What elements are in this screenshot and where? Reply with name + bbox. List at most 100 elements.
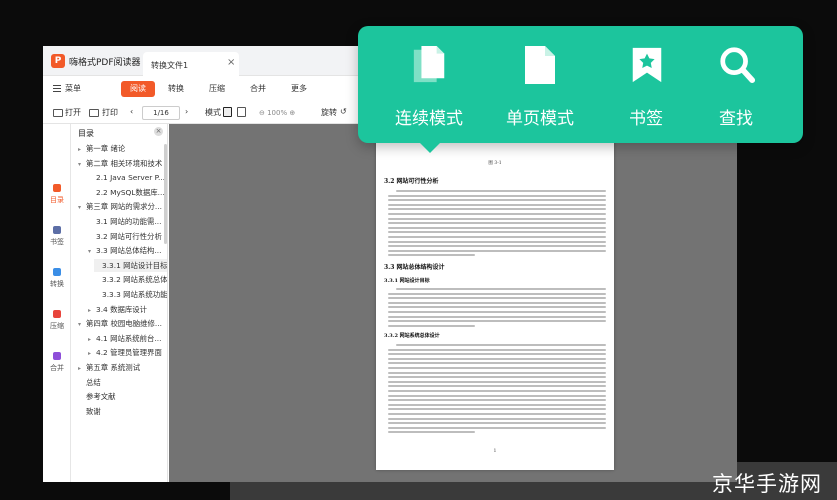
toc-item-label: 3.2 网站可行性分析	[96, 231, 162, 241]
expand-arrow-icon[interactable]: ▾	[78, 158, 86, 171]
folder-icon[interactable]	[53, 109, 63, 117]
toc-item[interactable]: ▸ 4.1 网站系统前台...	[88, 332, 162, 345]
expand-arrow-icon[interactable]: ▸	[88, 347, 96, 360]
text-line	[388, 320, 606, 323]
prev-page-icon[interactable]: ‹	[130, 107, 133, 116]
expand-arrow-icon[interactable]: ▸	[78, 362, 86, 375]
toc-item-label: 参考文献	[86, 392, 116, 402]
toc-item[interactable]: 3.2 网站可行性分析	[88, 230, 162, 243]
rotate-label[interactable]: 旋转	[321, 107, 337, 118]
printer-icon[interactable]	[89, 109, 99, 117]
open-button[interactable]: 打开	[65, 107, 81, 118]
zoom-level[interactable]: ⊖ 100% ⊕	[259, 106, 303, 120]
page-number-input[interactable]: 1/16	[142, 106, 180, 120]
toc-item[interactable]: 致谢	[78, 405, 101, 418]
continuous-mode-button[interactable]: 连续模式	[381, 26, 477, 143]
toc-item-label: 3.3.3 网站系统功能...	[102, 290, 168, 299]
tab-close-icon[interactable]: ×	[227, 57, 235, 68]
toc-item[interactable]: 2.2 MySQL数据库...	[88, 186, 165, 199]
merge-icon	[53, 352, 61, 360]
rail-item-bookmark[interactable]: 书签	[43, 226, 71, 247]
toc-item[interactable]: ▾ 第四章 校园电脑维修...	[78, 317, 162, 330]
document-tab[interactable]: 转换文件1 ×	[143, 52, 239, 76]
search-icon	[720, 47, 756, 84]
expand-arrow-icon[interactable]: ▸	[88, 304, 96, 317]
toc-item[interactable]: ▸ 第五章 系统测试	[78, 361, 140, 374]
expand-arrow-icon[interactable]: ▸	[88, 333, 96, 346]
rail-item-convert[interactable]: 转换	[43, 268, 71, 289]
toc-item[interactable]: ▸ 4.2 管理员管理界面	[88, 346, 162, 359]
text-line	[396, 344, 606, 346]
toc-item[interactable]: ▾ 3.3 网站总体结构...	[88, 244, 162, 257]
text-line	[388, 412, 606, 415]
app-logo: P	[51, 54, 65, 68]
toc-panel: 目录 × ▸ 第一章 绪论 ▾ 第二章 相关环境和技术 2.1 Java Server …	[72, 124, 168, 482]
menu-item-read[interactable]: 阅读	[121, 81, 155, 97]
text-line	[388, 310, 606, 313]
menu-item-more[interactable]: 更多	[291, 83, 307, 94]
toc-item[interactable]: 3.3.1 网站设计目标	[94, 258, 167, 272]
mode-label: 模式	[205, 108, 221, 117]
expand-arrow-icon[interactable]: ▾	[78, 201, 86, 214]
next-page-icon[interactable]: ›	[185, 107, 188, 116]
rail-item-compress[interactable]: 压缩	[43, 310, 71, 331]
bookmark-button[interactable]: 书签	[598, 26, 694, 143]
menu-item-merge[interactable]: 合并	[250, 83, 266, 94]
bookmark-label: 书签	[629, 109, 663, 129]
toc-item[interactable]: 3.1 网站的功能需...	[88, 215, 162, 228]
menu-button[interactable]: 菜单	[65, 83, 81, 94]
toc-item[interactable]: 总结	[78, 376, 101, 389]
text-line	[388, 389, 606, 392]
text-line	[388, 222, 606, 225]
menu-item-convert[interactable]: 转换	[168, 83, 184, 94]
text-line	[388, 380, 606, 383]
toc-item[interactable]: 3.3.3 网站系统功能...	[94, 288, 168, 301]
toc-item[interactable]: ▾ 第二章 相关环境和技术	[78, 157, 162, 170]
text-line	[388, 348, 606, 351]
text-line	[388, 301, 606, 304]
pdf-page: 图 3-1 3.2 网站可行性分析 3.3 网站总体结构设计 3.3.1 网站设…	[376, 134, 614, 470]
print-button[interactable]: 打印	[102, 107, 118, 118]
toc-scrollbar[interactable]	[164, 144, 167, 244]
toc-item-label: 第二章 相关环境和技术	[86, 158, 163, 168]
rail-item-toc[interactable]: 目录	[43, 184, 71, 205]
toc-item[interactable]: ▸ 第一章 绪论	[78, 142, 125, 155]
toc-item-label: 第三章 网站的需求分...	[86, 202, 162, 212]
document-viewer[interactable]: 图 3-1 3.2 网站可行性分析 3.3 网站总体结构设计 3.3.1 网站设…	[169, 124, 737, 482]
toc-item-label: 2.1 Java Server P...	[96, 173, 166, 183]
toc-item[interactable]: 3.3.2 网站系统总体...	[94, 273, 168, 286]
toc-item-label: 致谢	[86, 406, 101, 416]
rail-item-merge[interactable]: 合并	[43, 352, 71, 373]
text-line	[388, 403, 606, 406]
text-line	[388, 357, 606, 360]
text-line	[388, 240, 606, 243]
single-page-icon[interactable]	[237, 107, 246, 117]
expand-arrow-icon[interactable]: ▾	[88, 245, 96, 258]
text-line	[388, 371, 606, 374]
toc-item[interactable]: ▸ 3.4 数据库设计	[88, 303, 147, 316]
toc-close-icon[interactable]: ×	[154, 127, 163, 136]
single-page-label: 单页模式	[506, 109, 574, 129]
toc-item[interactable]: ▾ 第三章 网站的需求分...	[78, 200, 162, 213]
search-button[interactable]: 查找	[692, 26, 780, 143]
toc-item[interactable]: 2.1 Java Server P...	[88, 171, 165, 184]
zoom-value: 100%	[267, 109, 288, 117]
rotate-icon[interactable]: ↺	[340, 107, 347, 116]
text-line	[388, 353, 606, 356]
single-doc-icon	[525, 46, 555, 84]
menu-item-compress[interactable]: 压缩	[209, 83, 225, 94]
text-line	[388, 362, 606, 365]
text-line	[388, 399, 606, 402]
text-line	[388, 235, 606, 238]
toc-item[interactable]: 参考文献	[78, 390, 116, 403]
expand-arrow-icon[interactable]: ▸	[78, 143, 86, 156]
single-page-button[interactable]: 单页模式	[492, 26, 588, 143]
continuous-mode-icon[interactable]	[223, 107, 232, 117]
text-line	[388, 366, 606, 369]
toc-item-label: 第一章 绪论	[86, 144, 126, 153]
expand-arrow-icon[interactable]: ▾	[78, 318, 86, 331]
page-number: 1	[493, 448, 497, 454]
double-doc-icon	[413, 46, 445, 83]
toc-item-label: 3.3.2 网站系统总体...	[102, 275, 168, 285]
menu-icon[interactable]	[53, 85, 61, 92]
